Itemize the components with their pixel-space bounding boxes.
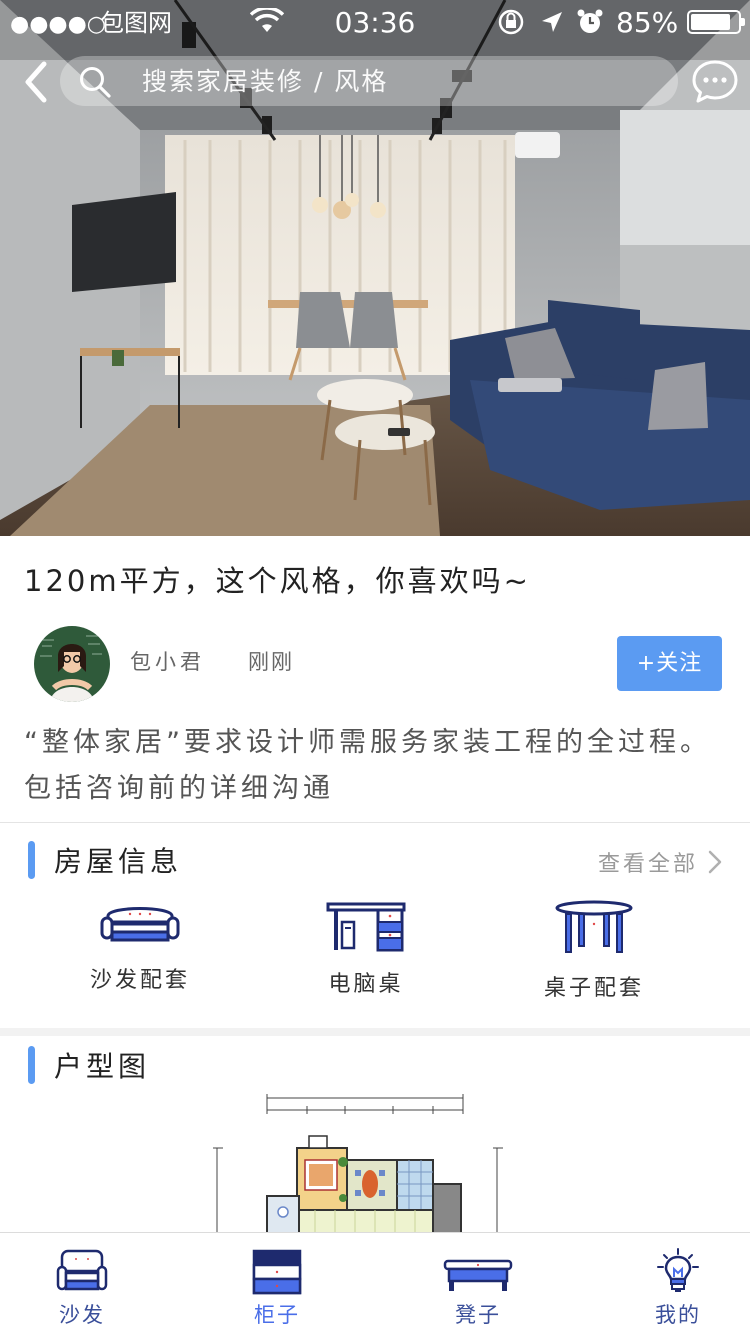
author-row: 包小君 刚刚 +关注 bbox=[34, 626, 724, 704]
feature-label: 沙发配套 bbox=[89, 968, 190, 993]
tab-label: 我的 bbox=[655, 1303, 701, 1327]
chevron-right-icon bbox=[708, 850, 722, 874]
section-accent-bar bbox=[28, 1046, 35, 1084]
section-title-house-info: 房屋信息 bbox=[54, 845, 183, 878]
round-table-icon bbox=[555, 900, 633, 953]
sofa-icon bbox=[100, 907, 180, 942]
feature-label: 桌子配套 bbox=[543, 976, 644, 1001]
tab-label: 柜子 bbox=[254, 1303, 300, 1327]
computer-desk-icon bbox=[326, 902, 406, 952]
chevron-left-icon bbox=[25, 61, 47, 103]
section-title-floor-plan: 户型图 bbox=[54, 1050, 151, 1083]
avatar[interactable] bbox=[34, 626, 110, 702]
alarm-clock-icon bbox=[576, 8, 604, 45]
feature-computer-desk[interactable]: 电脑桌 bbox=[266, 900, 466, 998]
feature-round-table[interactable]: 桌子配套 bbox=[494, 900, 694, 1002]
bottom-tab-bar: 沙发 柜子 凳子 我的 bbox=[0, 1232, 750, 1334]
status-bar: ●●●●○ 包图网 03:36 85% bbox=[0, 0, 750, 46]
tab-label: 沙发 bbox=[59, 1303, 105, 1327]
feature-sofa[interactable]: 沙发配套 bbox=[40, 900, 240, 994]
author-avatar-image bbox=[34, 626, 110, 702]
hero-image: ●●●●○ 包图网 03:36 85% bbox=[0, 0, 750, 536]
lightbulb-icon bbox=[657, 1248, 699, 1292]
tab-mine[interactable]: 我的 bbox=[618, 1233, 738, 1334]
search-icon bbox=[80, 67, 111, 98]
search-input[interactable] bbox=[142, 56, 662, 106]
section-gap bbox=[0, 1028, 750, 1036]
tab-cabinet[interactable]: 柜子 bbox=[217, 1233, 337, 1334]
rotation-lock-icon bbox=[497, 8, 525, 45]
tab-sofa[interactable]: 沙发 bbox=[22, 1233, 142, 1334]
battery-percentage: 85% bbox=[616, 6, 679, 39]
post-body: “整体家居”要求设计师需服务家装工程的全过程。包括咨询前的详细沟通 bbox=[24, 727, 711, 804]
back-button[interactable] bbox=[18, 58, 58, 106]
battery-fill bbox=[691, 14, 730, 30]
divider bbox=[0, 822, 750, 823]
message-button[interactable] bbox=[690, 56, 740, 106]
sofa-icon bbox=[56, 1249, 108, 1291]
tab-bench[interactable]: 凳子 bbox=[418, 1233, 538, 1334]
bench-icon bbox=[443, 1259, 513, 1291]
section-accent-bar bbox=[28, 841, 35, 879]
chat-bubble-icon bbox=[692, 60, 738, 103]
view-all-label: 查看全部 bbox=[597, 852, 698, 877]
author-name[interactable]: 包小君 bbox=[130, 646, 205, 676]
location-arrow-icon bbox=[540, 8, 564, 45]
post-title: 120m平方，这个风格，你喜欢吗~ bbox=[24, 564, 531, 598]
view-all-link[interactable]: 查看全部 bbox=[598, 846, 722, 878]
post-time: 刚刚 bbox=[248, 650, 294, 674]
feature-label: 电脑桌 bbox=[328, 972, 404, 997]
search-bar[interactable] bbox=[60, 56, 678, 106]
follow-button[interactable]: +关注 bbox=[617, 636, 722, 691]
battery-icon bbox=[687, 10, 745, 34]
floor-plan-image[interactable] bbox=[205, 1088, 535, 1234]
cabinet-icon bbox=[252, 1249, 302, 1295]
tab-label: 凳子 bbox=[455, 1303, 501, 1327]
